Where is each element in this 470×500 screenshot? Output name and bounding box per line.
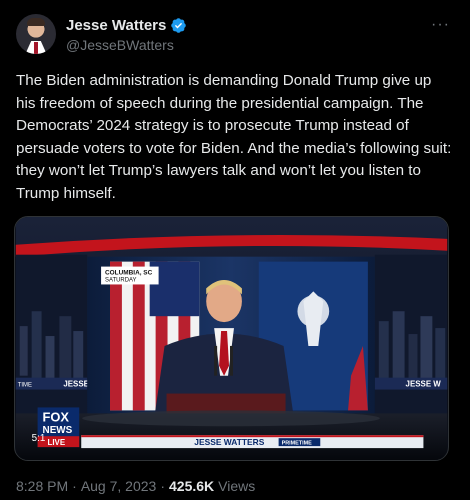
time-fragment: 5:1 xyxy=(32,433,46,444)
svg-text:JESSE: JESSE xyxy=(63,380,89,389)
tweet-time[interactable]: 8:28 PM xyxy=(16,478,68,494)
verified-badge-icon[interactable] xyxy=(170,17,187,34)
left-side-banner: TIME JESSE xyxy=(15,377,89,390)
author-display-name[interactable]: Jesse Watters xyxy=(66,17,166,34)
meta-separator: · xyxy=(72,478,77,494)
tweet-text: The Biden administration is demanding Do… xyxy=(16,70,454,205)
svg-text:COLUMBIA, SC: COLUMBIA, SC xyxy=(105,270,153,277)
tweet-header: Jesse Watters @JesseBWatters ··· xyxy=(16,12,454,56)
author-handle[interactable]: @JesseBWatters xyxy=(66,37,174,53)
svg-text:SATURDAY: SATURDAY xyxy=(105,277,136,283)
meta-separator: · xyxy=(160,478,165,494)
svg-text:TIME: TIME xyxy=(18,383,32,389)
author-name-row: Jesse Watters xyxy=(66,17,187,34)
views-count: 425.6K xyxy=(169,478,215,494)
right-side-banner: JESSE W xyxy=(374,377,448,390)
lower-third: JESSE WATTERS PRIMETIME xyxy=(81,435,424,449)
svg-text:LIVE: LIVE xyxy=(48,438,66,447)
tweet-body: The Biden administration is demanding Do… xyxy=(16,72,452,202)
svg-text:PRIMETIME: PRIMETIME xyxy=(282,441,313,447)
location-tag: COLUMBIA, SC SATURDAY xyxy=(101,266,159,285)
video-frame[interactable]: TIME JESSE JESSE W COLUMBIA, SC SATURDAY… xyxy=(15,217,448,460)
svg-text:JESSE WATTERS: JESSE WATTERS xyxy=(194,437,264,447)
avatar[interactable] xyxy=(16,14,56,54)
more-horizontal-icon[interactable]: ··· xyxy=(431,16,450,34)
svg-text:JESSE W: JESSE W xyxy=(406,380,442,389)
svg-text:NEWS: NEWS xyxy=(43,425,73,436)
tweet-video[interactable]: TIME JESSE JESSE W COLUMBIA, SC SATURDAY… xyxy=(14,216,449,461)
svg-text:FOX: FOX xyxy=(43,409,70,424)
views-label: Views xyxy=(218,478,256,494)
tweet-meta: 8:28 PM · Aug 7, 2023 · 425.6K Views xyxy=(16,478,255,494)
tweet-date[interactable]: Aug 7, 2023 xyxy=(81,478,157,494)
